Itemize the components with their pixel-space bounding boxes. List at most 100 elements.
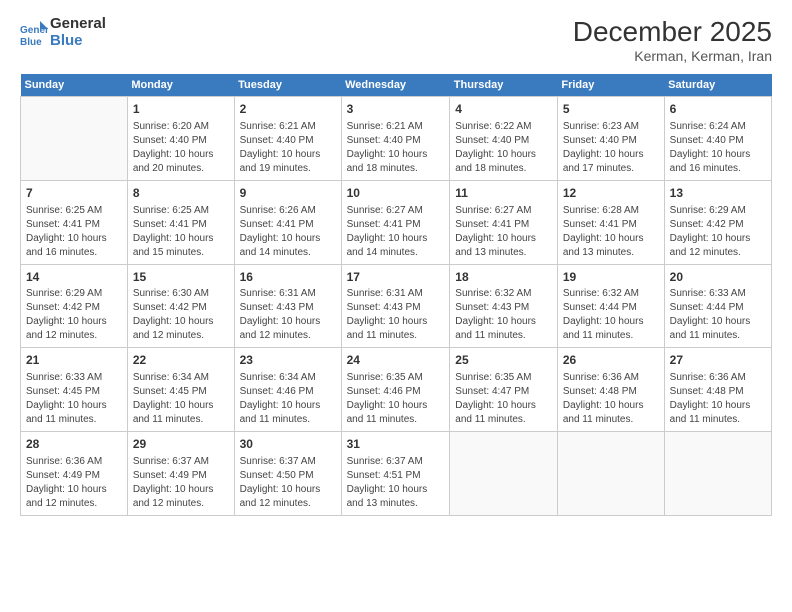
calendar-table: SundayMondayTuesdayWednesdayThursdayFrid… xyxy=(20,74,772,516)
day-info: Sunrise: 6:27 AM Sunset: 4:41 PM Dayligh… xyxy=(455,204,552,260)
calendar-cell: 3 Sunrise: 6:21 AM Sunset: 4:40 PM Daylig… xyxy=(341,97,450,181)
calendar-cell: 23Sunrise: 6:34 AM Sunset: 4:46 PM Dayli… xyxy=(234,348,341,432)
col-header-sunday: Sunday xyxy=(21,74,128,97)
calendar-cell: 22Sunrise: 6:34 AM Sunset: 4:45 PM Dayli… xyxy=(127,348,234,432)
day-number: 31 xyxy=(347,436,445,453)
day-number: 10 xyxy=(347,185,445,202)
col-header-friday: Friday xyxy=(557,74,664,97)
col-header-wednesday: Wednesday xyxy=(341,74,450,97)
day-info: Sunrise: 6:32 AM Sunset: 4:43 PM Dayligh… xyxy=(455,287,552,343)
calendar-cell: 20Sunrise: 6:33 AM Sunset: 4:44 PM Dayli… xyxy=(664,264,771,348)
day-number: 18 xyxy=(455,269,552,286)
day-info: Sunrise: 6:29 AM Sunset: 4:42 PM Dayligh… xyxy=(670,204,766,260)
calendar-title: December 2025 xyxy=(573,16,772,48)
calendar-cell: 16Sunrise: 6:31 AM Sunset: 4:43 PM Dayli… xyxy=(234,264,341,348)
page-header: General Blue General Blue December 2025 … xyxy=(20,16,772,64)
day-info: Sunrise: 6:32 AM Sunset: 4:44 PM Dayligh… xyxy=(563,287,659,343)
title-block: December 2025 Kerman, Kerman, Iran xyxy=(573,16,772,64)
calendar-subtitle: Kerman, Kerman, Iran xyxy=(573,48,772,64)
day-number: 21 xyxy=(26,352,122,369)
day-info: Sunrise: 6:31 AM Sunset: 4:43 PM Dayligh… xyxy=(240,287,336,343)
day-info: Sunrise: 6:35 AM Sunset: 4:47 PM Dayligh… xyxy=(455,371,552,427)
day-number: 14 xyxy=(26,269,122,286)
day-number: 9 xyxy=(240,185,336,202)
day-number: 2 xyxy=(240,101,336,118)
day-info: Sunrise: 6:35 AM Sunset: 4:46 PM Dayligh… xyxy=(347,371,445,427)
calendar-cell: 15Sunrise: 6:30 AM Sunset: 4:42 PM Dayli… xyxy=(127,264,234,348)
day-info: Sunrise: 6:33 AM Sunset: 4:45 PM Dayligh… xyxy=(26,371,122,427)
calendar-cell: 18Sunrise: 6:32 AM Sunset: 4:43 PM Dayli… xyxy=(450,264,558,348)
logo-general: General xyxy=(50,16,106,33)
calendar-cell: 24 Sunrise: 6:35 AM Sunset: 4:46 PM Dayli… xyxy=(341,348,450,432)
calendar-cell: 7 Sunrise: 6:25 AM Sunset: 4:41 PM Daylig… xyxy=(21,180,128,264)
day-number: 17 xyxy=(347,269,445,286)
day-number: 24 xyxy=(347,352,445,369)
calendar-cell: 12 Sunrise: 6:28 AM Sunset: 4:41 PM Dayli… xyxy=(557,180,664,264)
day-number: 27 xyxy=(670,352,766,369)
day-info: Sunrise: 6:37 AM Sunset: 4:51 PM Dayligh… xyxy=(347,455,445,511)
calendar-cell: 30 Sunrise: 6:37 AM Sunset: 4:50 PM Dayli… xyxy=(234,432,341,516)
calendar-cell: 27 Sunrise: 6:36 AM Sunset: 4:48 PM Dayli… xyxy=(664,348,771,432)
col-header-saturday: Saturday xyxy=(664,74,771,97)
day-info: Sunrise: 6:21 AM Sunset: 4:40 PM Dayligh… xyxy=(347,120,445,176)
day-info: Sunrise: 6:23 AM Sunset: 4:40 PM Dayligh… xyxy=(563,120,659,176)
day-info: Sunrise: 6:26 AM Sunset: 4:41 PM Dayligh… xyxy=(240,204,336,260)
day-number: 15 xyxy=(133,269,229,286)
calendar-cell xyxy=(450,432,558,516)
day-number: 3 xyxy=(347,101,445,118)
col-header-tuesday: Tuesday xyxy=(234,74,341,97)
day-number: 5 xyxy=(563,101,659,118)
logo-blue: Blue xyxy=(50,33,106,50)
calendar-cell: 4Sunrise: 6:22 AM Sunset: 4:40 PM Daylig… xyxy=(450,97,558,181)
day-info: Sunrise: 6:34 AM Sunset: 4:46 PM Dayligh… xyxy=(240,371,336,427)
day-info: Sunrise: 6:20 AM Sunset: 4:40 PM Dayligh… xyxy=(133,120,229,176)
day-number: 7 xyxy=(26,185,122,202)
day-number: 22 xyxy=(133,352,229,369)
calendar-cell: 14Sunrise: 6:29 AM Sunset: 4:42 PM Dayli… xyxy=(21,264,128,348)
calendar-cell: 19Sunrise: 6:32 AM Sunset: 4:44 PM Dayli… xyxy=(557,264,664,348)
day-number: 30 xyxy=(240,436,336,453)
day-number: 1 xyxy=(133,101,229,118)
calendar-cell: 8Sunrise: 6:25 AM Sunset: 4:41 PM Daylig… xyxy=(127,180,234,264)
day-number: 29 xyxy=(133,436,229,453)
logo-icon: General Blue xyxy=(20,19,48,47)
day-number: 20 xyxy=(670,269,766,286)
calendar-cell: 17Sunrise: 6:31 AM Sunset: 4:43 PM Dayli… xyxy=(341,264,450,348)
day-info: Sunrise: 6:30 AM Sunset: 4:42 PM Dayligh… xyxy=(133,287,229,343)
day-info: Sunrise: 6:25 AM Sunset: 4:41 PM Dayligh… xyxy=(133,204,229,260)
col-header-monday: Monday xyxy=(127,74,234,97)
day-info: Sunrise: 6:24 AM Sunset: 4:40 PM Dayligh… xyxy=(670,120,766,176)
day-info: Sunrise: 6:36 AM Sunset: 4:48 PM Dayligh… xyxy=(563,371,659,427)
day-info: Sunrise: 6:29 AM Sunset: 4:42 PM Dayligh… xyxy=(26,287,122,343)
col-header-thursday: Thursday xyxy=(450,74,558,97)
calendar-cell: 11 Sunrise: 6:27 AM Sunset: 4:41 PM Dayli… xyxy=(450,180,558,264)
calendar-cell: 28Sunrise: 6:36 AM Sunset: 4:49 PM Dayli… xyxy=(21,432,128,516)
day-info: Sunrise: 6:37 AM Sunset: 4:50 PM Dayligh… xyxy=(240,455,336,511)
day-number: 12 xyxy=(563,185,659,202)
day-number: 16 xyxy=(240,269,336,286)
calendar-cell xyxy=(557,432,664,516)
day-info: Sunrise: 6:28 AM Sunset: 4:41 PM Dayligh… xyxy=(563,204,659,260)
day-info: Sunrise: 6:22 AM Sunset: 4:40 PM Dayligh… xyxy=(455,120,552,176)
day-info: Sunrise: 6:36 AM Sunset: 4:48 PM Dayligh… xyxy=(670,371,766,427)
calendar-cell: 25 Sunrise: 6:35 AM Sunset: 4:47 PM Dayli… xyxy=(450,348,558,432)
day-number: 25 xyxy=(455,352,552,369)
calendar-cell: 26 Sunrise: 6:36 AM Sunset: 4:48 PM Dayli… xyxy=(557,348,664,432)
calendar-cell: 10 Sunrise: 6:27 AM Sunset: 4:41 PM Dayli… xyxy=(341,180,450,264)
day-number: 26 xyxy=(563,352,659,369)
calendar-cell: 31 Sunrise: 6:37 AM Sunset: 4:51 PM Dayli… xyxy=(341,432,450,516)
day-info: Sunrise: 6:25 AM Sunset: 4:41 PM Dayligh… xyxy=(26,204,122,260)
day-number: 6 xyxy=(670,101,766,118)
day-number: 19 xyxy=(563,269,659,286)
day-number: 11 xyxy=(455,185,552,202)
calendar-cell: 21 Sunrise: 6:33 AM Sunset: 4:45 PM Dayli… xyxy=(21,348,128,432)
calendar-cell: 9 Sunrise: 6:26 AM Sunset: 4:41 PM Daylig… xyxy=(234,180,341,264)
day-info: Sunrise: 6:27 AM Sunset: 4:41 PM Dayligh… xyxy=(347,204,445,260)
calendar-cell: 13 Sunrise: 6:29 AM Sunset: 4:42 PM Dayli… xyxy=(664,180,771,264)
day-number: 13 xyxy=(670,185,766,202)
calendar-cell: 2Sunrise: 6:21 AM Sunset: 4:40 PM Daylig… xyxy=(234,97,341,181)
logo: General Blue General Blue xyxy=(20,16,106,49)
day-info: Sunrise: 6:36 AM Sunset: 4:49 PM Dayligh… xyxy=(26,455,122,511)
svg-text:Blue: Blue xyxy=(20,37,42,47)
calendar-cell: 5 Sunrise: 6:23 AM Sunset: 4:40 PM Daylig… xyxy=(557,97,664,181)
